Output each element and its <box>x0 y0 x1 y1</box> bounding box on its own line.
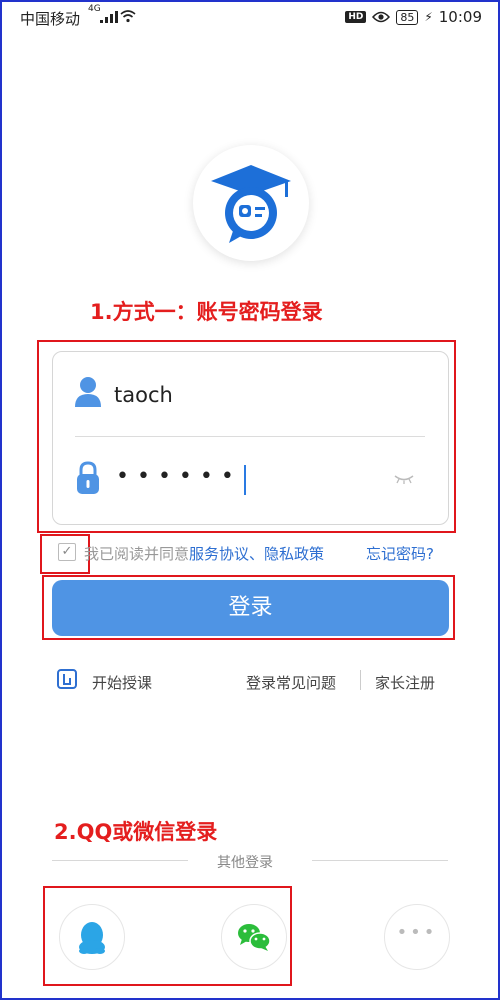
password-field[interactable]: •••••• <box>116 464 242 489</box>
battery-level: 85 <box>396 9 419 25</box>
login-faq-link[interactable]: 登录常见问题 <box>246 672 336 693</box>
user-icon <box>75 377 101 407</box>
signal-icon <box>100 11 118 23</box>
more-login-button[interactable]: ••• <box>384 904 450 970</box>
login-button[interactable]: 登录 <box>52 580 449 636</box>
more-icon: ••• <box>396 922 438 943</box>
agreement-prefix: 我已阅读并同意 <box>84 545 190 563</box>
field-divider <box>75 436 425 437</box>
eye-closed-icon[interactable] <box>394 474 414 484</box>
other-login-line-left <box>52 860 188 861</box>
start-teaching-icon <box>57 669 77 689</box>
agreement-text: 我已阅读并同意服务协议、隐私政策 <box>84 543 324 564</box>
other-login-label: 其他登录 <box>217 855 273 871</box>
annotation-method-1: 1.方式一：账号密码登录 <box>90 300 323 324</box>
qq-icon <box>79 922 105 954</box>
logo-icon <box>211 165 291 243</box>
clock: 10:09 <box>438 8 482 26</box>
login-card <box>52 351 449 525</box>
carrier-name: 中国移动 <box>20 10 81 28</box>
lock-icon <box>77 461 99 494</box>
status-right: HD 85 ⚡ 10:09 <box>345 8 482 26</box>
wifi-icon <box>120 10 136 23</box>
network-type: 4G <box>88 4 101 14</box>
agree-checkbox[interactable]: ✓ <box>58 543 76 561</box>
username-field[interactable]: taoch <box>114 383 173 407</box>
parent-register-link[interactable]: 家长注册 <box>375 672 435 693</box>
text-cursor <box>244 465 246 495</box>
charging-icon: ⚡ <box>424 10 433 24</box>
link-separator <box>360 670 361 690</box>
other-login-line-right <box>312 860 448 861</box>
terms-privacy-link[interactable]: 服务协议、隐私政策 <box>189 545 324 563</box>
wechat-icon <box>238 924 271 951</box>
qq-login-button[interactable] <box>59 904 125 970</box>
status-bar: 中国移动 4G HD 85 ⚡ 10:09 <box>0 0 500 34</box>
hd-badge: HD <box>345 11 367 23</box>
eye-icon <box>372 11 391 23</box>
annotation-method-2: 2.QQ或微信登录 <box>54 820 218 844</box>
wechat-login-button[interactable] <box>221 904 287 970</box>
start-teaching-link[interactable]: 开始授课 <box>92 672 152 693</box>
forgot-password-link[interactable]: 忘记密码? <box>366 543 434 564</box>
app-logo <box>193 145 309 261</box>
